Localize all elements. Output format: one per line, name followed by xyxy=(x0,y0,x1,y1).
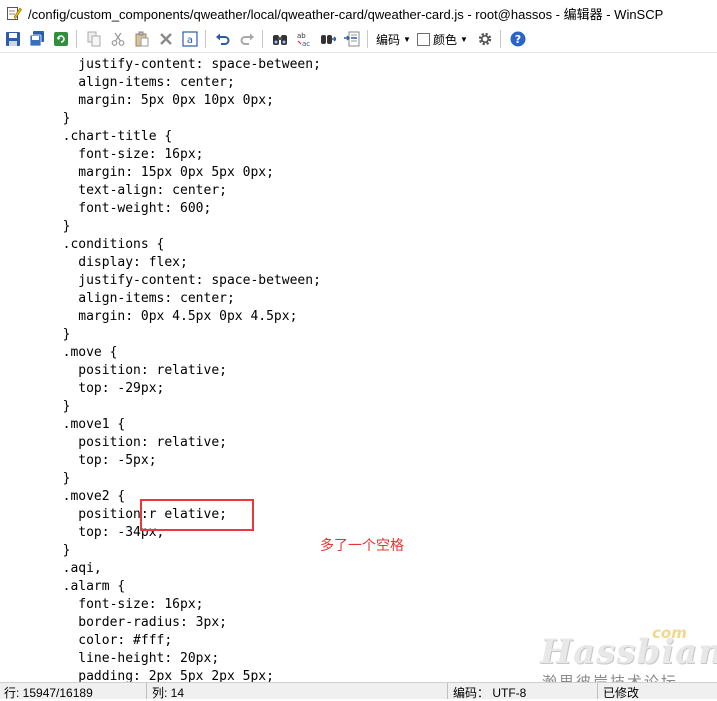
code-line: .conditions { xyxy=(0,237,165,252)
code-line: margin: 15px 0px 5px 0px; xyxy=(0,165,274,180)
toolbar-separator xyxy=(367,30,368,48)
replace-icon[interactable]: ab ac xyxy=(293,28,315,50)
code-line: margin: 0px 4.5px 0px 4.5px; xyxy=(0,309,298,324)
status-divider xyxy=(447,683,448,699)
color-dropdown[interactable]: 颜色 ▼ xyxy=(433,31,468,48)
code-line: .chart-title { xyxy=(0,129,173,144)
editor-app-icon xyxy=(6,5,22,21)
code-line: display: flex; xyxy=(0,255,188,270)
help-icon[interactable]: ? xyxy=(507,28,529,50)
code-line: font-size: 16px; xyxy=(0,147,204,162)
status-encoding: 编码： UTF-8 xyxy=(453,686,527,700)
code-line: } xyxy=(0,327,71,342)
code-line: top: -5px; xyxy=(0,453,157,468)
goto-line-icon[interactable] xyxy=(341,28,363,50)
code-editor[interactable]: justify-content: space-between; align-it… xyxy=(0,53,717,682)
find-icon[interactable] xyxy=(269,28,291,50)
code-line: .alarm { xyxy=(0,579,126,594)
chevron-down-icon: ▼ xyxy=(403,34,411,44)
redo-icon[interactable] xyxy=(236,28,258,50)
delete-icon[interactable] xyxy=(155,28,177,50)
color-checkbox[interactable] xyxy=(416,32,430,46)
paste-icon[interactable] xyxy=(131,28,153,50)
code-line: top: -29px; xyxy=(0,381,165,396)
encoding-dropdown[interactable]: 编码 ▼ xyxy=(376,31,411,48)
code-line: } xyxy=(0,471,71,486)
undo-icon[interactable] xyxy=(212,28,234,50)
code-line: .aqi, xyxy=(0,561,102,576)
code-line: position: relative; xyxy=(0,363,227,378)
code-line: } xyxy=(0,111,71,126)
settings-icon[interactable] xyxy=(474,28,496,50)
save-all-icon[interactable] xyxy=(26,28,48,50)
watermark-domain: com xyxy=(652,624,687,642)
toolbar-separator xyxy=(76,30,77,48)
watermark-brand: Hassbian xyxy=(540,632,717,672)
svg-text:?: ? xyxy=(515,33,521,46)
code-line: } xyxy=(0,543,71,558)
title-bar: /config/custom_components/qweather/local… xyxy=(0,0,717,26)
code-line: } xyxy=(0,399,71,414)
code-line: line-height: 20px; xyxy=(0,651,220,666)
status-column: 列: 14 xyxy=(152,686,185,700)
code-line: justify-content: space-between; xyxy=(0,57,321,72)
refresh-icon[interactable] xyxy=(50,28,72,50)
select-all-icon[interactable]: a xyxy=(179,28,201,50)
window-title: /config/custom_components/qweather/local… xyxy=(28,6,664,22)
svg-text:ac: ac xyxy=(302,40,310,47)
code-line: color: #fff; xyxy=(0,633,173,648)
code-line: text-align: center; xyxy=(0,183,227,198)
code-line: position: relative; xyxy=(0,435,227,450)
highlight-box xyxy=(140,499,254,531)
svg-text:ab: ab xyxy=(297,32,306,40)
toolbar-separator xyxy=(205,30,206,48)
code-line: padding: 2px 5px 2px 5px; xyxy=(0,669,274,682)
toolbar: a ab ac 编码 ▼ 颜色 ▼ ? xyxy=(0,26,717,53)
code-line: align-items: center; xyxy=(0,75,235,90)
annotation-text: 多了一个空格 xyxy=(320,538,404,554)
code-line: justify-content: space-between; xyxy=(0,273,321,288)
code-line: } xyxy=(0,219,71,234)
code-line: align-items: center; xyxy=(0,291,235,306)
code-line: font-weight: 600; xyxy=(0,201,212,216)
code-line: .move1 { xyxy=(0,417,126,432)
status-divider xyxy=(597,683,598,699)
toolbar-separator xyxy=(499,30,501,48)
code-text: justify-content: space-between; align-it… xyxy=(0,56,321,682)
status-line: 行: 15947/16189 xyxy=(4,686,93,700)
encoding-dropdown-label: 编码 xyxy=(376,32,401,47)
chevron-down-icon: ▼ xyxy=(459,34,468,44)
save-icon[interactable] xyxy=(2,28,24,50)
cut-icon[interactable] xyxy=(107,28,129,50)
copy-icon[interactable] xyxy=(83,28,105,50)
status-modified: 已修改 xyxy=(603,686,640,700)
code-line: .move { xyxy=(0,345,118,360)
color-dropdown-label: 颜色 xyxy=(432,32,457,47)
code-line: margin: 5px 0px 10px 0px; xyxy=(0,93,274,108)
find-next-icon[interactable] xyxy=(317,28,339,50)
status-divider xyxy=(146,683,147,699)
code-line: border-radius: 3px; xyxy=(0,615,227,630)
svg-text:a: a xyxy=(187,35,193,46)
toolbar-separator xyxy=(262,30,263,48)
code-line: font-size: 16px; xyxy=(0,597,204,612)
status-bar: 行: 15947/16189 列: 14 编码： UTF-8 已修改 xyxy=(0,682,717,700)
